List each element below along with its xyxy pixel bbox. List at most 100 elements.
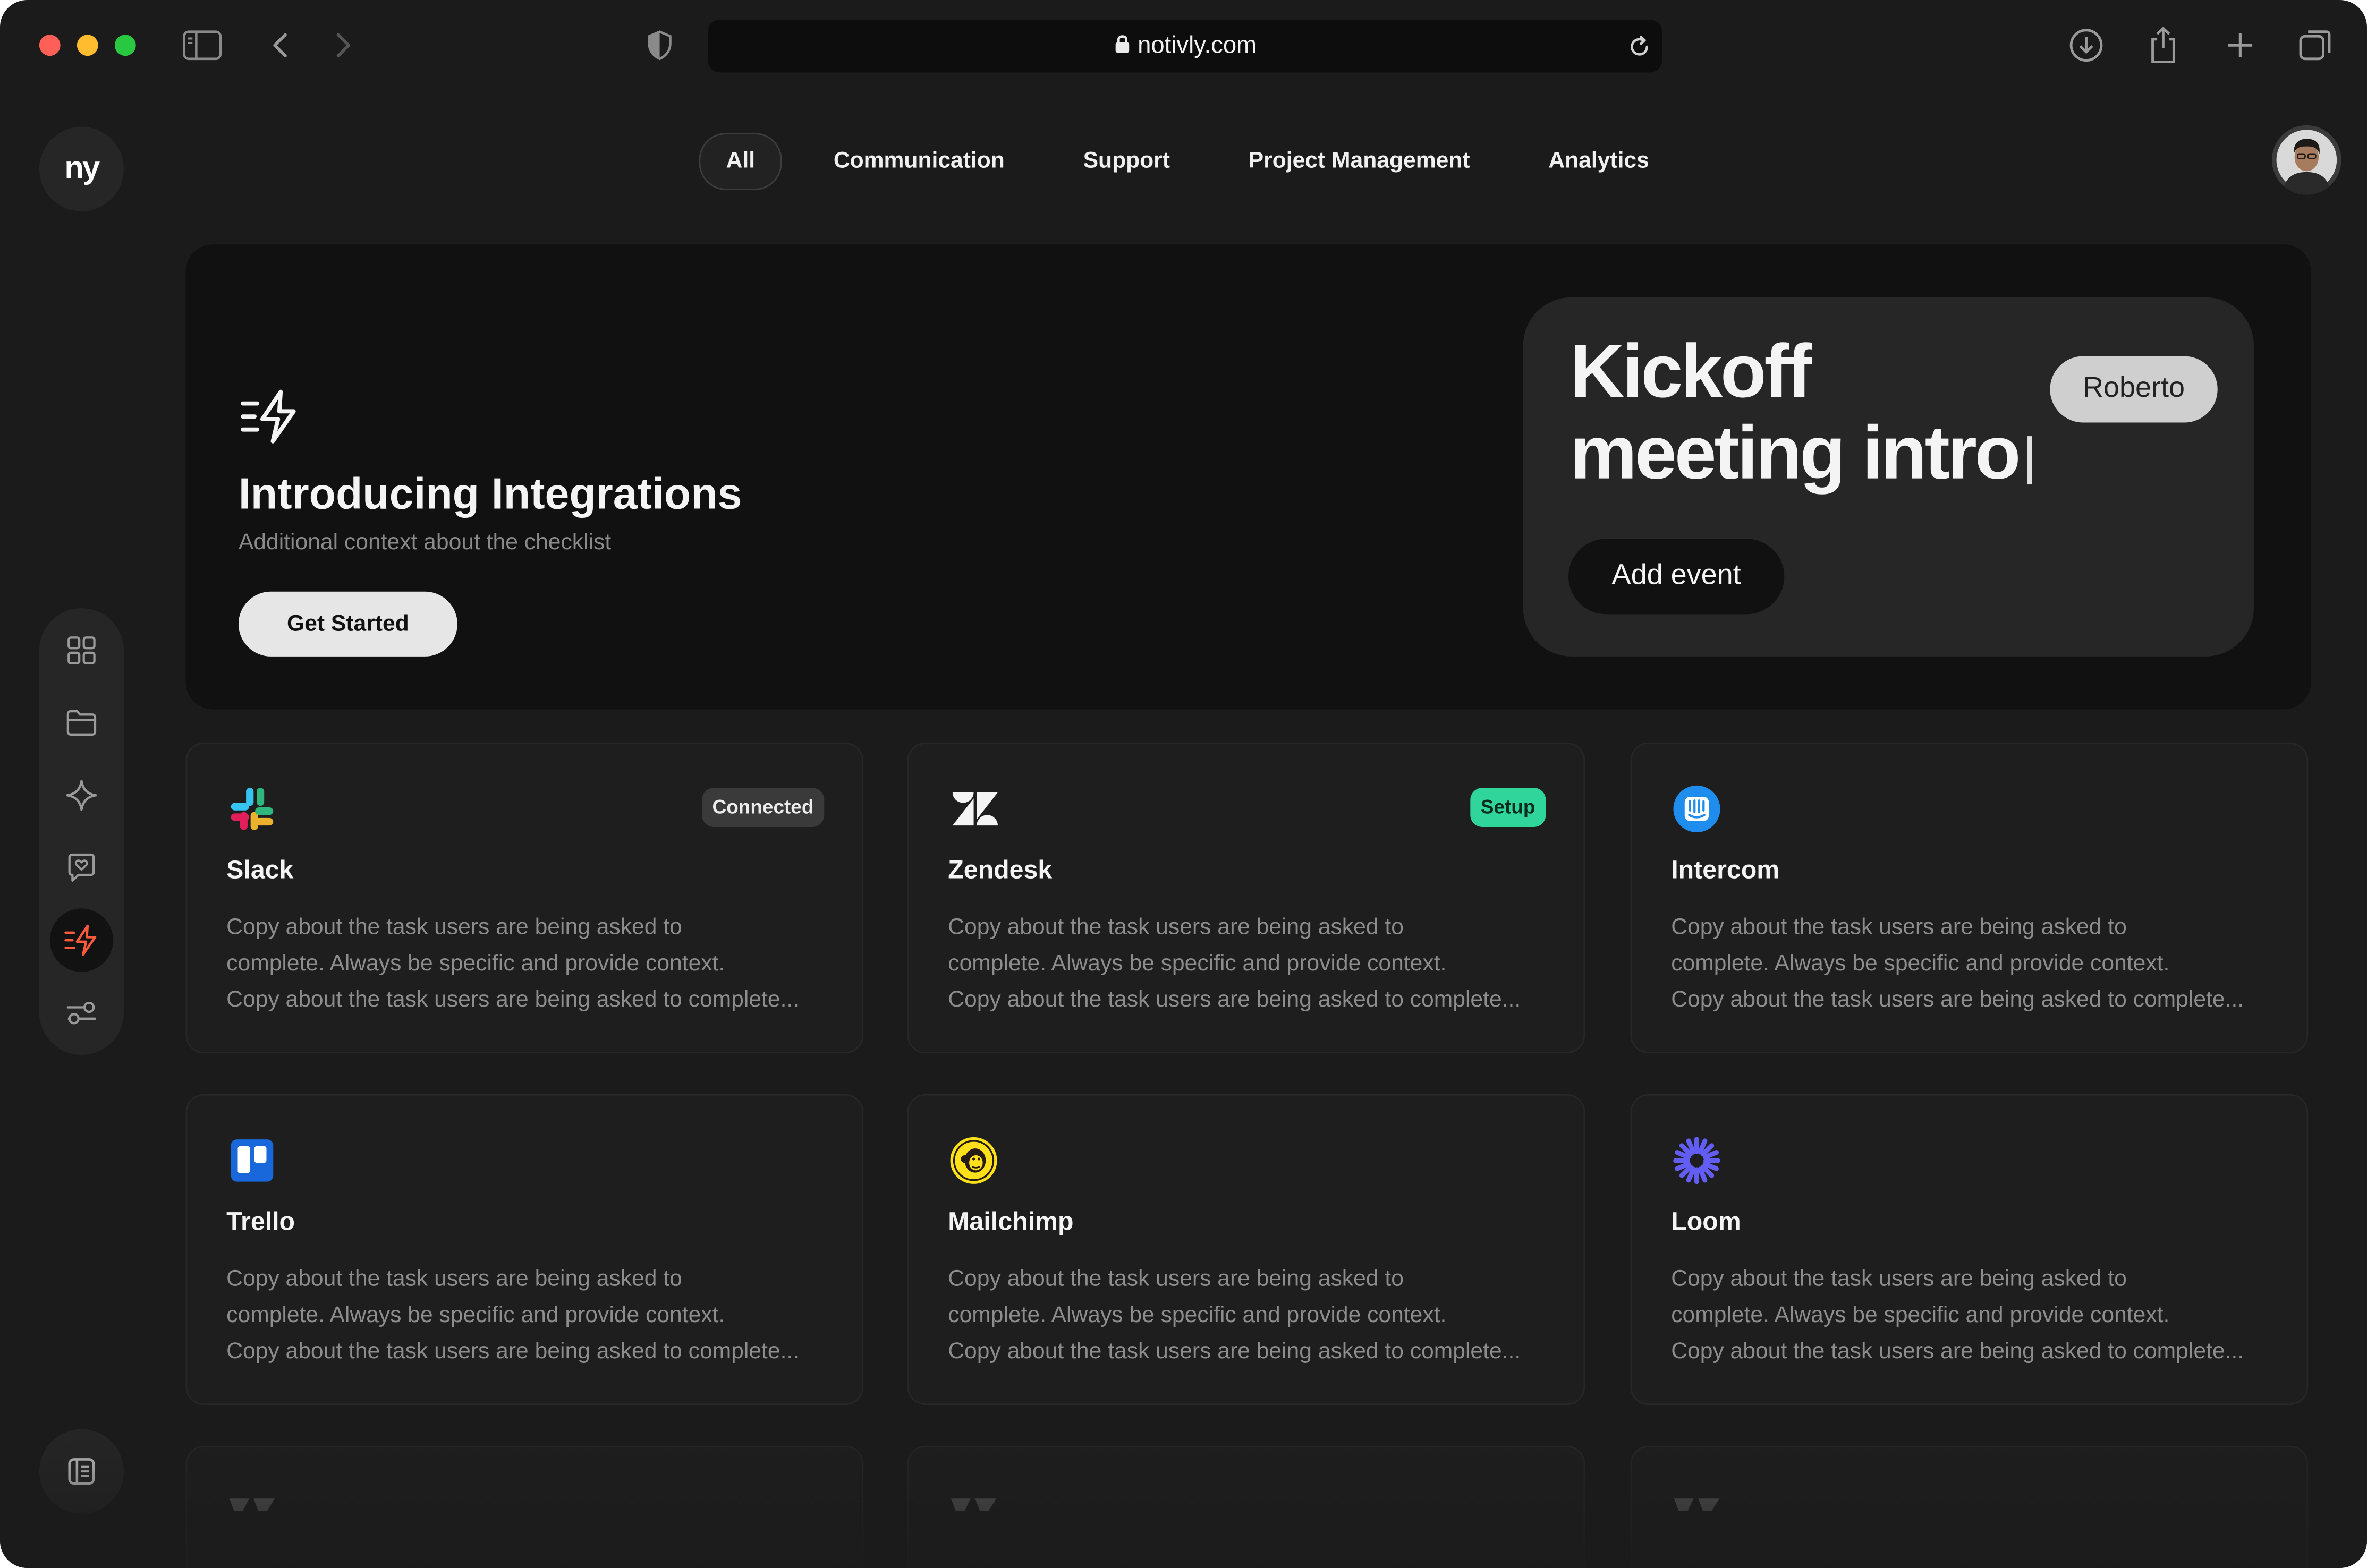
category-tabs: All Communication Support Project Manage… — [699, 133, 1700, 190]
event-title-line2: meeting intro — [1569, 410, 2021, 495]
share-icon[interactable] — [2139, 21, 2187, 70]
integration-card-trello[interactable]: Trello Copy about the task users are bei… — [185, 1094, 864, 1405]
new-tab-icon[interactable] — [2216, 21, 2264, 70]
user-avatar[interactable] — [2272, 125, 2341, 195]
nav-settings-button[interactable] — [50, 981, 113, 1044]
description-line: Copy about the task users are being aske… — [948, 987, 1521, 1013]
sidebar-nav — [39, 608, 124, 1055]
nav-ai-button[interactable] — [50, 764, 113, 827]
nav-files-button[interactable] — [50, 691, 113, 754]
integration-card-partial[interactable] — [907, 1445, 1585, 1568]
collaborator-pill: Roberto — [2050, 356, 2218, 423]
integration-name: Intercom — [1671, 855, 1780, 884]
integration-card-loom[interactable]: Loom Copy about the task users are being… — [1630, 1094, 2309, 1405]
address-bar[interactable]: notivly.com — [708, 19, 1662, 73]
app-logo[interactable]: ny — [39, 126, 124, 211]
zendesk-logo-icon — [949, 785, 998, 833]
close-window-button[interactable] — [39, 35, 61, 56]
nav-integrations-button[interactable] — [49, 908, 114, 972]
integrations-bolt-icon — [64, 924, 97, 956]
sliders-icon — [66, 1001, 97, 1025]
integration-description: Copy about the task users are being aske… — [948, 910, 1551, 1019]
loom-logo-icon — [1673, 1136, 1721, 1184]
status-badge[interactable]: Setup — [1470, 788, 1546, 827]
description-line: Copy about the task users are being aske… — [1671, 1339, 2244, 1365]
description-line: complete. Always be specific and provide… — [1671, 950, 2170, 977]
integration-description: Copy about the task users are being aske… — [1671, 1262, 2275, 1370]
integration-name: Loom — [1671, 1207, 1741, 1236]
integration-description: Copy about the task users are being aske… — [226, 910, 830, 1019]
integrations-hero: Introducing Integrations Additional cont… — [185, 244, 2311, 710]
description-line: Copy about the task users are being aske… — [1671, 914, 2127, 941]
description-line: Copy about the task users are being aske… — [948, 1339, 1521, 1365]
tab-analytics[interactable]: Analytics — [1521, 133, 1676, 190]
hero-subtitle: Additional context about the checklist — [238, 530, 612, 556]
description-line: Copy about the task users are being aske… — [1671, 987, 2244, 1013]
download-icon[interactable] — [2062, 21, 2110, 70]
integration-logo-icon — [1673, 1493, 1721, 1520]
url-display: notivly.com — [708, 20, 1662, 72]
browser-window: notivly.com ny All Communication Support… — [0, 0, 2367, 1568]
intercom-logo-icon — [1673, 785, 1721, 833]
tab-overview-icon[interactable] — [2292, 21, 2340, 70]
hero-title: Introducing Integrations — [238, 471, 742, 519]
trello-logo-icon — [228, 1136, 276, 1184]
url-text: notivly.com — [1138, 33, 1257, 59]
shield-icon[interactable] — [635, 21, 684, 70]
forward-icon[interactable] — [318, 21, 367, 70]
integration-logo-icon — [228, 1493, 276, 1520]
integration-name: Trello — [226, 1207, 295, 1236]
integration-card-intercom[interactable]: Intercom Copy about the task users are b… — [1630, 742, 2309, 1054]
docs-button[interactable] — [39, 1429, 124, 1514]
nav-dashboard-button[interactable] — [50, 619, 113, 682]
description-line: complete. Always be specific and provide… — [948, 950, 1447, 977]
add-event-button[interactable]: Add event — [1568, 539, 1785, 615]
tab-all[interactable]: All — [699, 133, 783, 190]
get-started-button[interactable]: Get Started — [238, 591, 457, 657]
integration-card-partial[interactable] — [185, 1445, 864, 1568]
integration-card-slack[interactable]: Connected Slack Copy about the task user… — [185, 742, 864, 1054]
description-line: Copy about the task users are being aske… — [226, 1266, 682, 1292]
description-line: complete. Always be specific and provide… — [226, 950, 725, 977]
zoom-window-button[interactable] — [114, 35, 136, 56]
event-title: Kickoff meeting intro — [1570, 330, 2114, 493]
integration-name: Slack — [226, 855, 294, 884]
tab-communication[interactable]: Communication — [807, 133, 1032, 190]
lock-icon — [1115, 35, 1129, 53]
description-line: complete. Always be specific and provide… — [1671, 1302, 2170, 1328]
integration-card-mailchimp[interactable]: Mailchimp Copy about the task users are … — [907, 1094, 1585, 1405]
integration-logo-icon — [949, 1493, 998, 1520]
integration-name: Zendesk — [948, 855, 1053, 884]
user-portrait — [2272, 125, 2341, 195]
integration-card-partial[interactable] — [1630, 1445, 2309, 1568]
mailchimp-logo-icon — [949, 1136, 998, 1184]
description-line: Copy about the task users are being aske… — [226, 914, 682, 941]
reload-icon[interactable] — [1626, 33, 1653, 61]
description-line: Copy about the task users are being aske… — [948, 1266, 1404, 1292]
event-preview-card: Kickoff meeting intro Roberto Add event — [1523, 297, 2254, 657]
integration-description: Copy about the task users are being aske… — [226, 1262, 830, 1370]
logo-text: ny — [64, 151, 100, 186]
folder-icon — [66, 710, 97, 736]
integration-description: Copy about the task users are being aske… — [1671, 910, 2275, 1019]
tab-project-management[interactable]: Project Management — [1221, 133, 1497, 190]
sidebar-toggle-icon[interactable] — [178, 21, 226, 70]
grid-icon — [67, 636, 96, 664]
event-title-line1: Kickoff — [1569, 329, 1812, 414]
slack-logo-icon — [228, 785, 276, 833]
description-line: Copy about the task users are being aske… — [1671, 1266, 2127, 1292]
chat-heart-icon — [68, 853, 95, 882]
integration-card-zendesk[interactable]: Setup Zendesk Copy about the task users … — [907, 742, 1585, 1054]
text-cursor — [2027, 436, 2032, 485]
document-list-icon — [68, 1458, 95, 1485]
back-icon[interactable] — [257, 21, 305, 70]
status-badge: Connected — [701, 788, 825, 827]
sparkle-icon — [66, 780, 97, 811]
minimize-window-button[interactable] — [77, 35, 98, 56]
description-line: Copy about the task users are being aske… — [948, 914, 1404, 941]
nav-feedback-button[interactable] — [50, 836, 113, 899]
description-line: complete. Always be specific and provide… — [948, 1302, 1447, 1328]
browser-toolbar: notivly.com — [0, 0, 2367, 93]
tab-support[interactable]: Support — [1056, 133, 1197, 190]
description-line: complete. Always be specific and provide… — [226, 1302, 725, 1328]
